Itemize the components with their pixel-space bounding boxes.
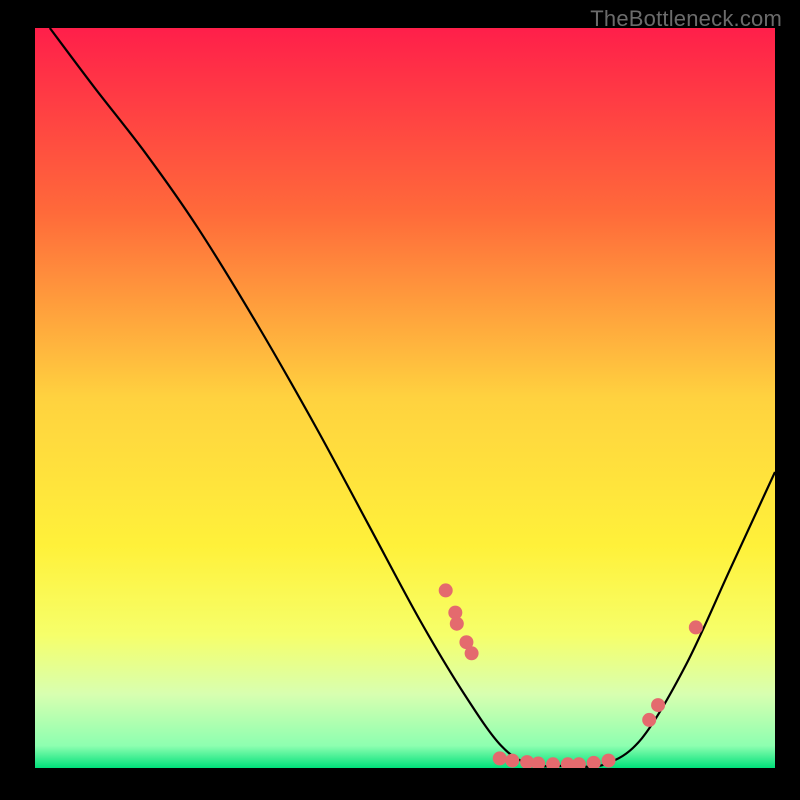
scatter-point <box>450 617 464 631</box>
scatter-point <box>493 751 507 765</box>
watermark-text: TheBottleneck.com <box>590 6 782 32</box>
scatter-point <box>546 757 560 768</box>
chart-curve-layer <box>35 28 775 768</box>
scatter-point <box>689 620 703 634</box>
chart-plot <box>35 28 775 768</box>
scatter-point <box>651 698 665 712</box>
scatter-point <box>505 754 519 768</box>
scatter-point <box>642 713 656 727</box>
scatter-point <box>587 756 601 768</box>
scatter-point <box>572 757 586 768</box>
scatter-point <box>531 757 545 768</box>
scatter-point <box>439 583 453 597</box>
bottleneck-curve <box>50 28 775 767</box>
scatter-point <box>602 754 616 768</box>
scatter-point <box>465 646 479 660</box>
scatter-points-group <box>439 583 703 768</box>
